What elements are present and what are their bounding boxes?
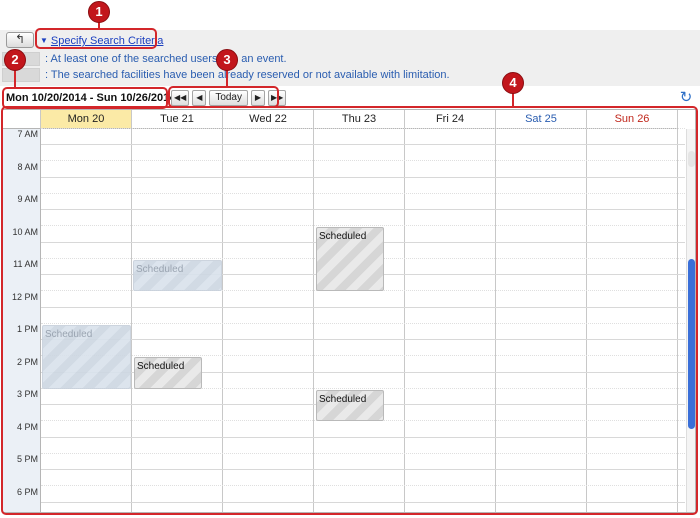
- callout-3: 3: [216, 49, 238, 71]
- legend-row-users: : At least one of the searched users has…: [0, 52, 700, 68]
- legend-row-facilities: : The searched facilities have been alre…: [0, 68, 700, 84]
- callout-line-1: [98, 22, 100, 29]
- callout-line-3: [226, 70, 228, 87]
- callout-1: 1: [88, 1, 110, 23]
- back-arrow-icon: ↰: [14, 32, 26, 46]
- callout-line-4: [512, 93, 514, 107]
- callout-box-1: [35, 28, 157, 49]
- refresh-icon[interactable]: ↻: [678, 90, 694, 106]
- legend-text-facilities: : The searched facilities have been alre…: [45, 69, 450, 81]
- legend-text-users: : At least one of the searched users has…: [45, 53, 287, 65]
- callout-box-4: [1, 106, 698, 515]
- callout-line-2: [14, 70, 16, 88]
- callout-4: 4: [502, 72, 524, 94]
- back-button[interactable]: ↰: [6, 32, 34, 48]
- callout-2: 2: [4, 49, 26, 71]
- legend-swatch-facilities: [2, 68, 40, 82]
- callout-box-3: [168, 86, 279, 108]
